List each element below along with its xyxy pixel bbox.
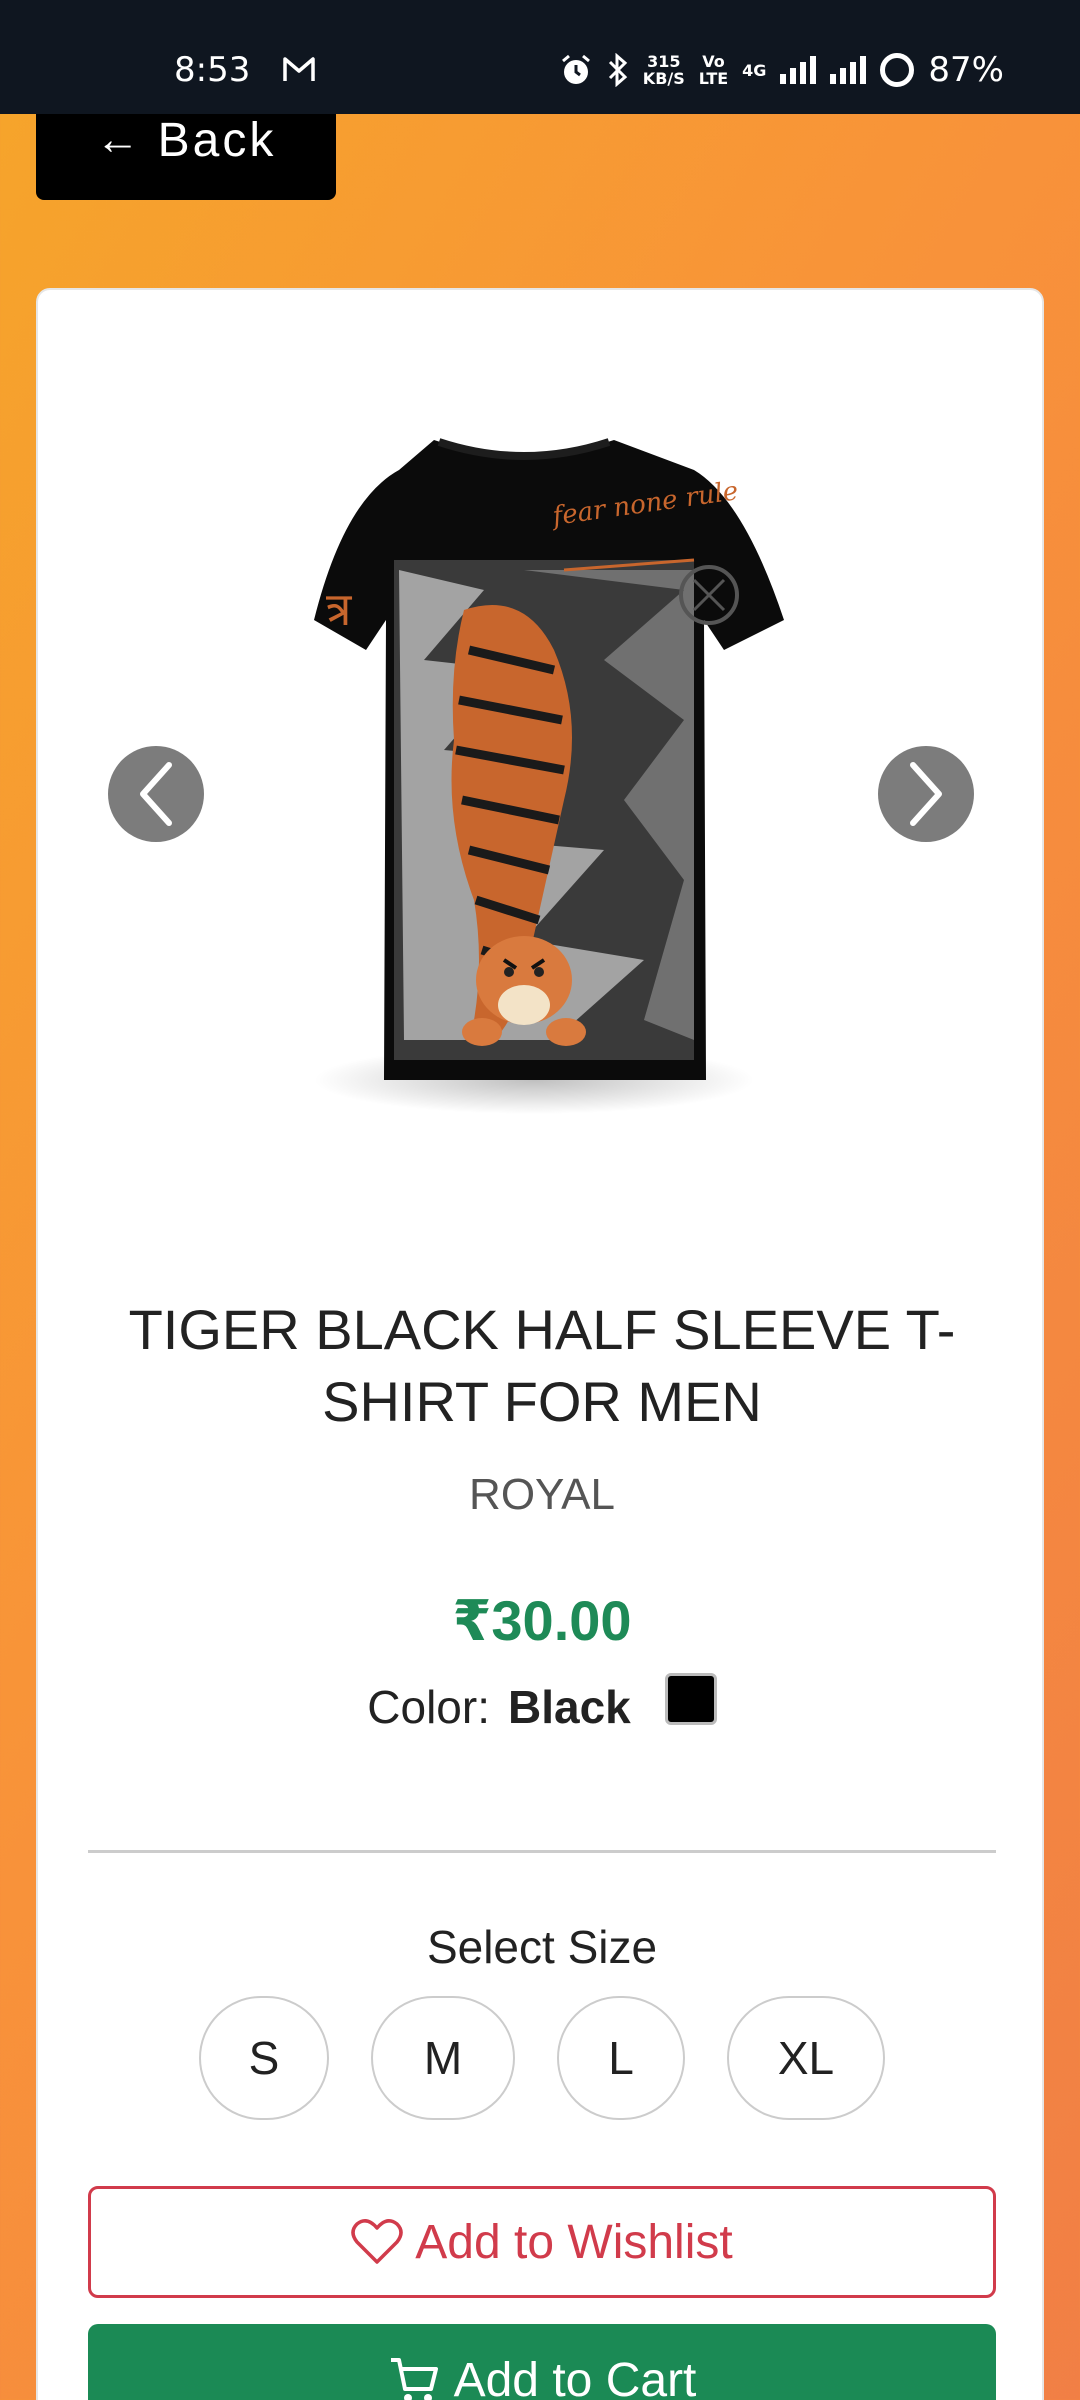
product-price: ₹30.00 — [452, 1589, 632, 1652]
back-button[interactable]: ← Back — [36, 114, 336, 200]
alarm-icon — [561, 54, 590, 84]
network-speed: 315 KB/S — [642, 52, 685, 88]
carousel-next-button[interactable] — [878, 746, 974, 842]
bluetooth-icon — [608, 53, 627, 87]
color-label: Color: — [367, 1681, 490, 1733]
back-button-container: ← Back — [36, 114, 336, 220]
color-row: Color: Black — [38, 1673, 1046, 1734]
size-option-l[interactable]: L — [557, 1996, 685, 2120]
signal-strength-icon — [780, 56, 817, 84]
add-to-wishlist-button[interactable]: Add to Wishlist — [88, 2186, 996, 2298]
svg-text:त्र: त्र — [326, 582, 353, 636]
color-value: Black — [507, 1681, 631, 1733]
back-label: Back — [157, 114, 277, 167]
status-icons: 315 KB/S Vo LTE 4G 87% — [559, 50, 1004, 90]
size-options: S M L XL — [38, 1996, 1046, 2120]
heart-icon — [351, 2219, 404, 2264]
battery-percent: 87% — [928, 50, 1004, 90]
signal-strength-2-icon — [830, 56, 867, 84]
network-type: 4G — [742, 60, 767, 80]
size-option-s[interactable]: S — [199, 1996, 329, 2120]
gmail-icon — [283, 57, 315, 81]
add-to-cart-button[interactable]: Add to Cart — [88, 2324, 996, 2400]
volte-indicator: Vo LTE — [698, 52, 729, 88]
status-time: 8:53 — [174, 50, 251, 90]
product-title: TIGER BLACK HALF SLEEVE T-SHIRT FOR MEN — [128, 1298, 956, 1433]
wishlist-label: Add to Wishlist — [415, 2215, 733, 2269]
product-card: त्र fear none rule TIGER BLACK HALF SLEE… — [36, 288, 1044, 2400]
select-size-label: Select Size — [426, 1921, 658, 1973]
carousel-prev-button[interactable] — [108, 746, 204, 842]
arrow-left-icon: ← — [95, 115, 140, 164]
chevron-right-icon — [910, 762, 942, 826]
divider — [88, 1850, 996, 1853]
size-option-xl[interactable]: XL — [727, 1996, 885, 2120]
battery-icon — [880, 53, 915, 87]
product-image-carousel: त्र fear none rule — [38, 290, 1046, 1240]
cart-label: Add to Cart — [453, 2353, 697, 2400]
color-swatch-black[interactable] — [664, 1673, 717, 1725]
chevron-left-icon — [140, 762, 172, 826]
size-option-m[interactable]: M — [371, 1996, 515, 2120]
product-brand: ROYAL — [469, 1470, 615, 1519]
cart-icon — [390, 2358, 438, 2400]
product-image[interactable]: त्र fear none rule — [224, 420, 884, 1120]
status-bar: 8:53 315 KB/S Vo LTE 4G 87% — [0, 0, 1080, 114]
